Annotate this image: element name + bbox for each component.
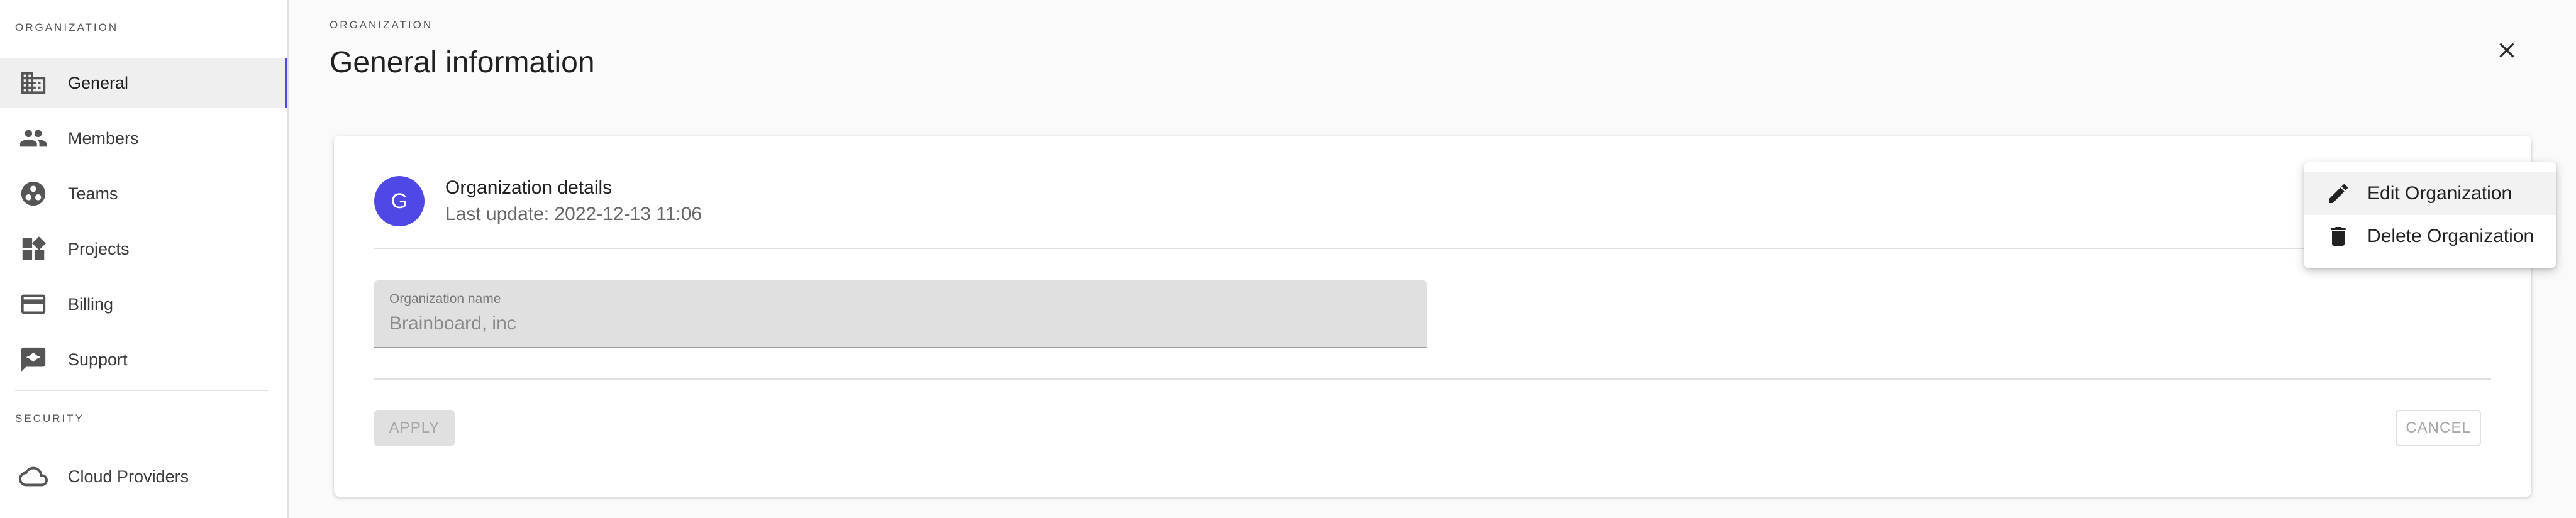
menu-item-label: Delete Organization [2367,226,2534,246]
page-title: General information [330,46,595,79]
cancel-button[interactable]: CANCEL [2396,410,2481,446]
sidebar-item-label: Support [68,350,128,369]
sidebar-item-members[interactable]: Members [0,113,287,163]
card-title: Organization details [445,177,613,198]
sidebar-item-label: Teams [68,184,118,203]
app-root: ORGANIZATION General Members Teams Proje… [0,0,2576,518]
organization-name-input[interactable] [389,313,1396,334]
menu-item-label: Edit Organization [2367,183,2512,204]
sidebar-item-general[interactable]: General [0,58,287,108]
sidebar-section-organization: ORGANIZATION [15,21,119,33]
sidebar-divider [15,390,268,391]
credit-card-icon [16,287,50,321]
sidebar: ORGANIZATION General Members Teams Proje… [0,0,289,518]
projects-icon [16,232,50,266]
sidebar-section-security: SECURITY [15,412,84,424]
delete-organization-menu-item[interactable]: Delete Organization [2304,215,2556,258]
card-divider [374,248,2491,249]
support-icon [16,343,50,377]
sidebar-item-cloud-providers[interactable]: Cloud Providers [0,451,287,502]
organization-actions-menu: Edit Organization Delete Organization [2304,162,2556,268]
sidebar-item-support[interactable]: Support [0,334,287,385]
close-button[interactable] [2489,33,2524,68]
sidebar-item-teams[interactable]: Teams [0,168,287,219]
apply-button[interactable]: APPLY [374,410,455,446]
organization-details-card: G Organization details Last update: 2022… [334,136,2531,497]
sidebar-item-label: Projects [68,239,130,258]
trash-icon [2324,223,2352,250]
sidebar-item-projects[interactable]: Projects [0,224,287,274]
sidebar-item-label: Members [68,128,139,148]
sidebar-item-label: Cloud Providers [68,466,189,486]
pencil-icon [2324,180,2352,207]
breadcrumb: ORGANIZATION [330,19,433,31]
cloud-icon [16,460,50,493]
sidebar-item-label: General [68,73,129,92]
sidebar-item-label: Billing [68,294,114,314]
people-icon [16,121,50,155]
organization-name-label: Organization name [389,292,501,306]
organization-name-field: Organization name [374,280,1427,348]
avatar: G [374,176,425,226]
teams-icon [16,177,50,211]
close-icon [2499,43,2514,58]
edit-organization-menu-item[interactable]: Edit Organization [2304,172,2556,215]
sidebar-item-billing[interactable]: Billing [0,279,287,329]
building-icon [16,66,50,100]
card-divider [374,378,2491,380]
last-update-text: Last update: 2022-12-13 11:06 [445,204,702,224]
